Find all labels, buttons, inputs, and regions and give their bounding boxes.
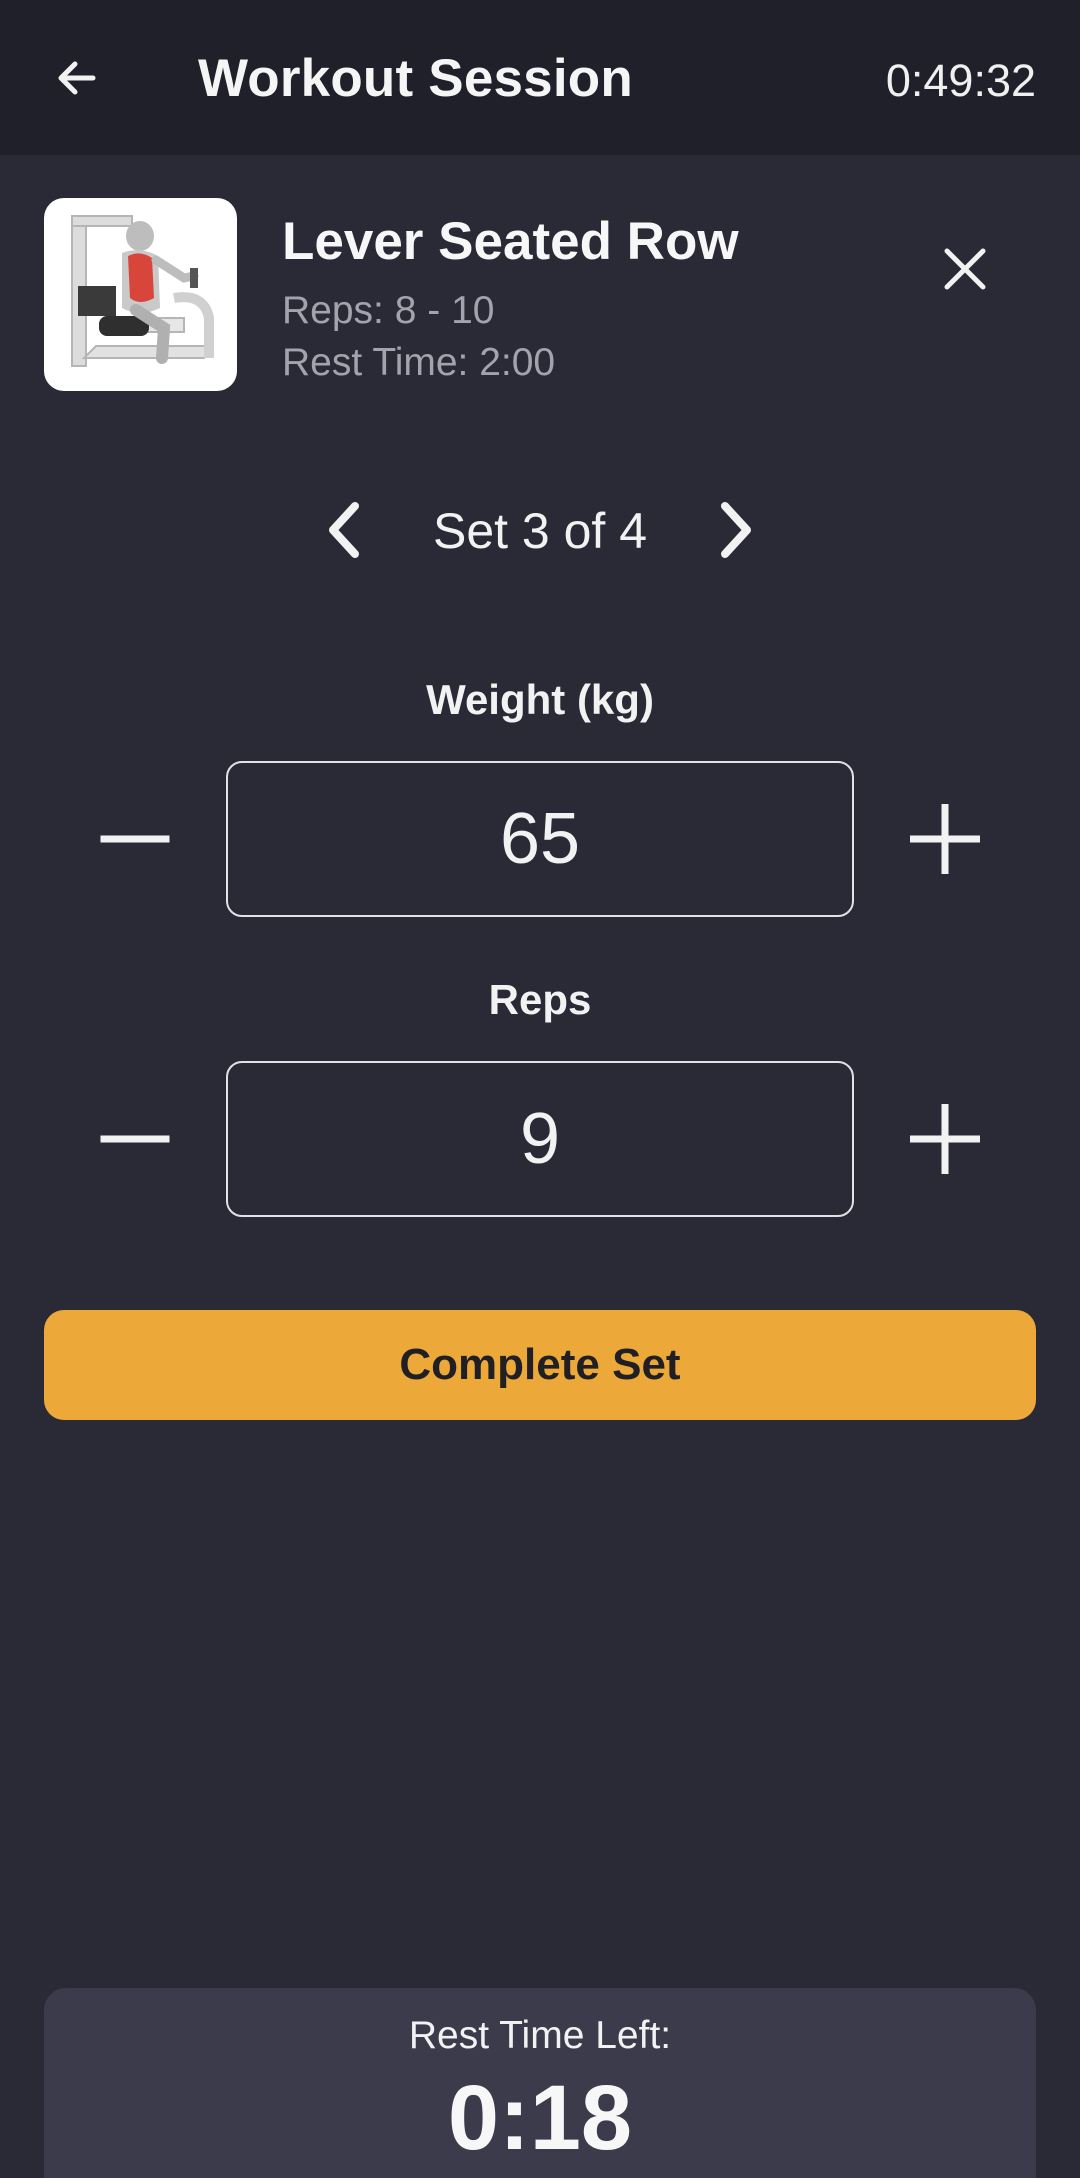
weight-increase-button[interactable]: [895, 789, 995, 889]
complete-set-button[interactable]: Complete Set: [44, 1310, 1036, 1420]
plus-icon: [910, 1104, 980, 1174]
reps-label: Reps: [488, 976, 592, 1023]
elapsed-timer: 0:49:32: [885, 55, 1036, 106]
back-button[interactable]: [44, 45, 110, 111]
exercise-reps-range: Reps: 8 - 10: [282, 289, 495, 332]
top-app-bar: Workout Session 0:49:32: [0, 0, 1080, 155]
plus-icon: [910, 804, 980, 874]
set-indicator: Set 3 of 4: [432, 503, 648, 559]
reps-decrease-button[interactable]: [85, 1089, 185, 1189]
reps-input[interactable]: 9: [226, 1061, 854, 1217]
workout-session-screen: Workout Session 0:49:32 Lever Seated Row…: [0, 0, 1080, 2178]
rest-timer-label: Rest Time Left:: [408, 2014, 672, 2057]
exercise-thumbnail: [44, 198, 237, 391]
set-navigator: Set 3 of 4: [0, 490, 1080, 570]
exercise-name: Lever Seated Row: [282, 212, 739, 271]
reps-increase-button[interactable]: [895, 1089, 995, 1189]
rest-timer-value: 0:18: [447, 2067, 633, 2169]
arrow-left-icon: [58, 61, 96, 95]
page-title: Workout Session: [198, 49, 633, 108]
next-set-button[interactable]: [697, 490, 777, 570]
chevron-right-icon: [721, 502, 751, 558]
minus-icon: [100, 835, 170, 843]
exercise-rest-time: Rest Time: 2:00: [282, 341, 556, 384]
weight-decrease-button[interactable]: [85, 789, 185, 889]
close-icon: [944, 248, 986, 290]
rest-timer-panel: Rest Time Left: 0:18: [44, 1988, 1036, 2178]
minus-icon: [100, 1135, 170, 1143]
weight-input[interactable]: 65: [226, 761, 854, 917]
weight-label: Weight (kg): [426, 676, 654, 723]
remove-exercise-button[interactable]: [930, 234, 1000, 304]
